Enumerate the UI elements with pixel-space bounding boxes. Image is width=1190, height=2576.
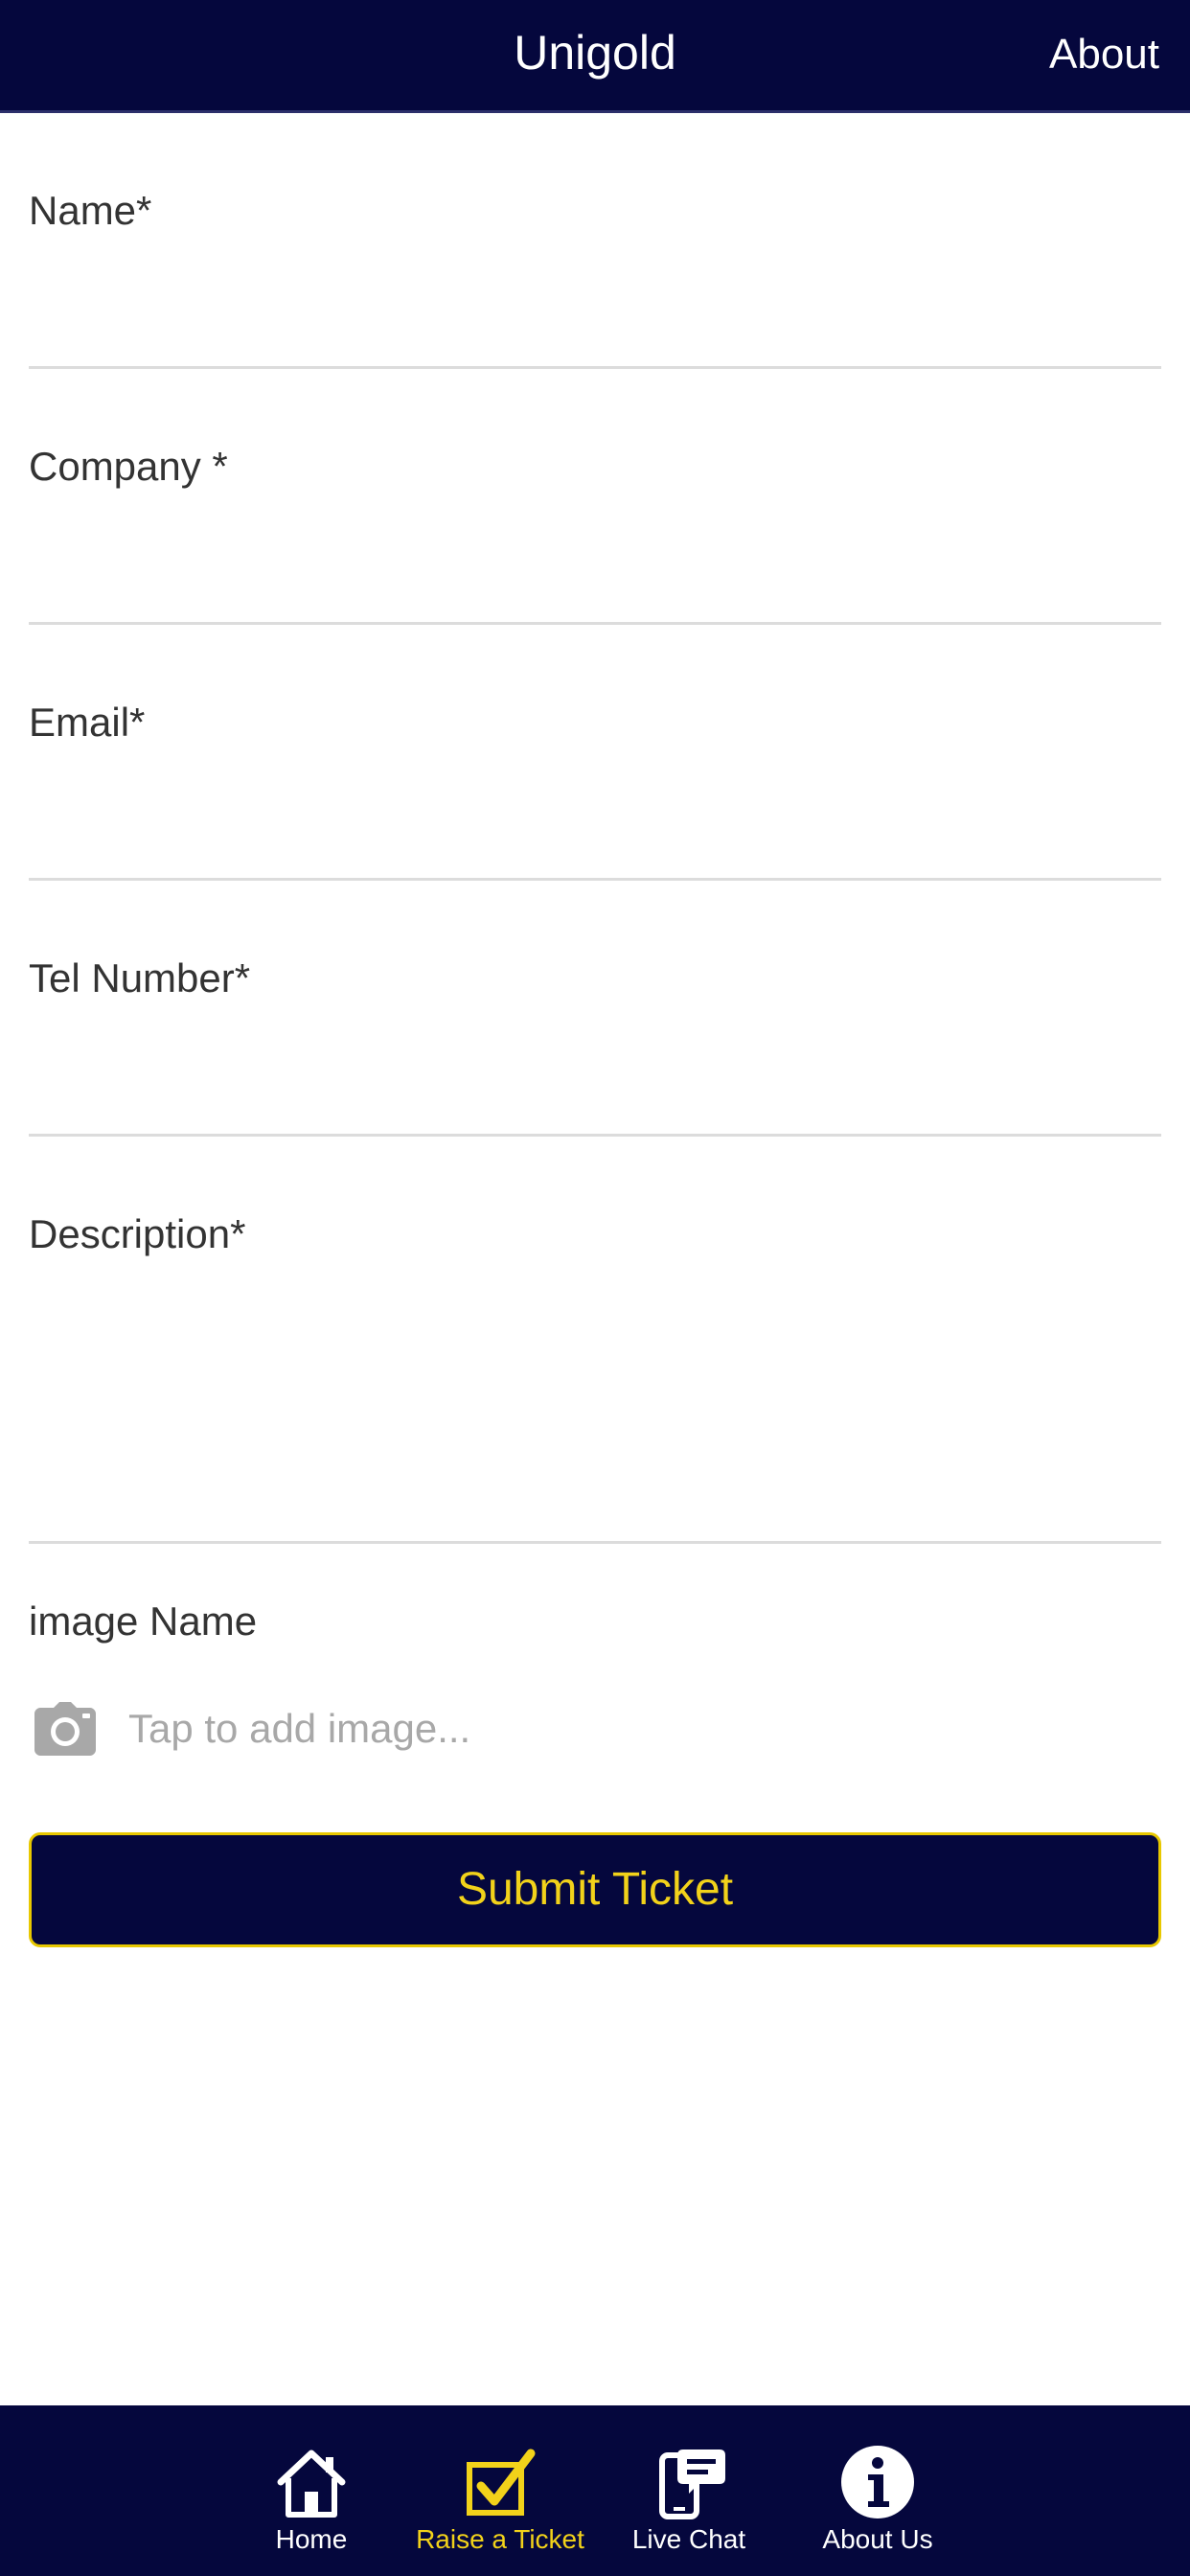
tel-field-group: Tel Number* bbox=[29, 950, 1161, 1141]
name-underline bbox=[29, 366, 1161, 369]
company-label: Company * bbox=[29, 444, 228, 489]
description-field-group: Description* bbox=[29, 1206, 1161, 1551]
bottom-tab-bar: Home Raise a Ticket Live Chat About Us bbox=[0, 2405, 1190, 2576]
tab-home[interactable]: Home bbox=[216, 2405, 407, 2576]
description-input[interactable] bbox=[29, 1292, 1161, 1531]
email-underline bbox=[29, 878, 1161, 881]
tel-input[interactable] bbox=[29, 1036, 1161, 1122]
email-label: Email* bbox=[29, 700, 146, 745]
company-input[interactable] bbox=[29, 524, 1161, 610]
home-icon bbox=[277, 2450, 346, 2518]
tab-about-us-label: About Us bbox=[822, 2524, 933, 2554]
image-field-group: image Name bbox=[29, 1593, 1161, 1669]
description-label: Description* bbox=[29, 1211, 246, 1256]
company-field-group: Company * bbox=[29, 438, 1161, 630]
app-screen: Unigold About Name* Company * Email* Tel… bbox=[0, 0, 1190, 2576]
top-bar: Unigold About bbox=[0, 0, 1190, 113]
app-title: Unigold bbox=[514, 26, 676, 80]
info-icon bbox=[841, 2446, 914, 2518]
add-image-placeholder: Tap to add image... bbox=[128, 1706, 471, 1751]
company-underline bbox=[29, 622, 1161, 625]
name-field-group: Name* bbox=[29, 182, 1161, 374]
name-input[interactable] bbox=[29, 268, 1161, 355]
image-label: image Name bbox=[29, 1598, 258, 1644]
tel-underline bbox=[29, 1134, 1161, 1137]
about-button[interactable]: About bbox=[1049, 31, 1159, 79]
submit-ticket-button[interactable]: Submit Ticket bbox=[29, 1832, 1161, 1947]
checkbox-icon bbox=[467, 2449, 536, 2516]
description-underline bbox=[29, 1541, 1161, 1544]
email-field-group: Email* bbox=[29, 694, 1161, 886]
tab-live-chat[interactable]: Live Chat bbox=[593, 2405, 785, 2576]
email-input[interactable] bbox=[29, 780, 1161, 866]
name-label: Name* bbox=[29, 188, 152, 233]
tab-about-us[interactable]: About Us bbox=[782, 2405, 973, 2576]
camera-icon bbox=[34, 1702, 96, 1756]
add-image-button[interactable]: Tap to add image... bbox=[29, 1687, 1161, 1773]
tel-label: Tel Number* bbox=[29, 955, 251, 1000]
tab-raise-ticket[interactable]: Raise a Ticket bbox=[404, 2405, 596, 2576]
chat-phone-icon bbox=[659, 2450, 725, 2519]
